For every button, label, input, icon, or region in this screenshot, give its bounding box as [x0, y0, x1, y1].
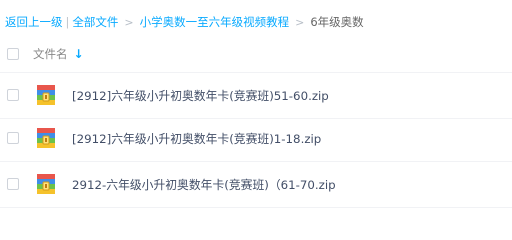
table-row[interactable]: [2912]六年级小升初奥数年卡(竞赛班)1-18.zip [0, 118, 512, 158]
breadcrumb-bar-separator: | [65, 15, 70, 29]
table-row[interactable]: [2912]六年级小升初奥数年卡(竞赛班)51-60.zip [0, 75, 512, 115]
file-list-header: 文件名 ↓ [0, 42, 512, 66]
divider [0, 72, 512, 73]
row-checkbox[interactable] [7, 89, 19, 101]
zip-archive-icon [37, 174, 55, 194]
breadcrumb-arrow-separator: > [295, 15, 305, 29]
divider [0, 207, 512, 208]
file-name[interactable]: 2912-六年级小升初奥数年卡(竞赛班)（61-70.zip [72, 176, 336, 193]
file-name[interactable]: [2912]六年级小升初奥数年卡(竞赛班)1-18.zip [72, 130, 321, 147]
name-column-label: 文件名 [33, 47, 68, 61]
table-row[interactable]: 2912-六年级小升初奥数年卡(竞赛班)（61-70.zip [0, 164, 512, 204]
row-checkbox[interactable] [7, 178, 19, 190]
zip-archive-icon [37, 128, 55, 148]
name-column-header[interactable]: 文件名 ↓ [33, 46, 84, 62]
current-folder-label: 6年级奥数 [310, 15, 364, 29]
breadcrumb: 返回上一级 | 全部文件 > 小学奥数一至六年级视频教程 > 6年级奥数 [5, 12, 364, 32]
zip-archive-icon [37, 85, 55, 105]
sort-arrow-icon[interactable]: ↓ [74, 47, 84, 61]
row-checkbox[interactable] [7, 132, 19, 144]
file-name[interactable]: [2912]六年级小升初奥数年卡(竞赛班)51-60.zip [72, 87, 329, 104]
select-all-checkbox[interactable] [7, 48, 19, 60]
breadcrumb-arrow-separator: > [124, 15, 134, 29]
divider [0, 161, 512, 162]
folder-link[interactable]: 小学奥数一至六年级视频教程 [140, 14, 290, 30]
all-files-link[interactable]: 全部文件 [72, 14, 118, 30]
back-link[interactable]: 返回上一级 [5, 14, 63, 30]
